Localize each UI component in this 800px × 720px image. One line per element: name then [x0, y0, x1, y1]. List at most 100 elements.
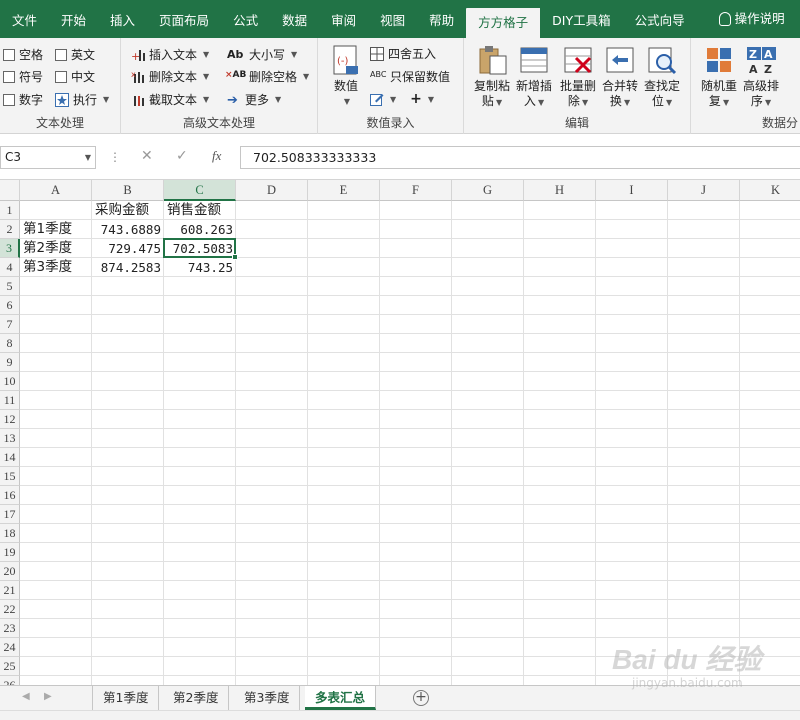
numeric-button[interactable]: (-) 数值 ▼: [330, 44, 362, 109]
chevron-down-icon[interactable]: ▼: [85, 147, 91, 168]
column-header-d[interactable]: D: [236, 180, 308, 201]
column-header-h[interactable]: H: [524, 180, 596, 201]
row-header-19[interactable]: 19: [0, 543, 20, 562]
tab-file[interactable]: 文件: [0, 0, 49, 38]
tab-page-layout[interactable]: 页面布局: [147, 0, 221, 38]
tab-formula-wizard[interactable]: 公式向导: [623, 0, 697, 38]
tab-formulas[interactable]: 公式: [221, 0, 270, 38]
cell-b3[interactable]: 729.475: [92, 239, 164, 258]
row-header-17[interactable]: 17: [0, 505, 20, 524]
tab-view[interactable]: 视图: [368, 0, 417, 38]
extract-text-button[interactable]: 截取文本 ▼: [131, 91, 209, 108]
row-header-16[interactable]: 16: [0, 486, 20, 505]
prev-sheet-icon[interactable]: ◀: [22, 691, 30, 702]
column-header-e[interactable]: E: [308, 180, 380, 201]
row-header-20[interactable]: 20: [0, 562, 20, 581]
sheet-tab-q2[interactable]: 第2季度: [163, 686, 230, 710]
row-header-15[interactable]: 15: [0, 467, 20, 486]
checkbox-icon[interactable]: [3, 48, 15, 61]
select-all-corner[interactable]: [0, 180, 20, 201]
advanced-sort-button[interactable]: ZAAZ 高级排 序 ▼: [743, 44, 779, 110]
fill-handle[interactable]: [232, 254, 238, 260]
case-button[interactable]: Ab 大小写 ▼: [227, 46, 297, 63]
worksheet-grid[interactable]: A B C D E F G H I J K 1 2 3 4 5 6 7 8 9 10 11 12 13 14 15 16 17 18 19…: [0, 180, 800, 685]
row-header-3[interactable]: 3: [0, 239, 20, 258]
name-box[interactable]: C3 ▼: [0, 146, 96, 169]
delete-space-button[interactable]: ×AB 删除空格 ▼: [225, 68, 309, 85]
row-header-10[interactable]: 10: [0, 372, 20, 391]
execute-button[interactable]: 执行 ▼: [55, 91, 109, 108]
tab-home[interactable]: 开始: [49, 0, 98, 38]
tab-insert[interactable]: 插入: [98, 0, 147, 38]
row-header-18[interactable]: 18: [0, 524, 20, 543]
round-button[interactable]: 四舍五入: [370, 45, 436, 62]
row-header-21[interactable]: 21: [0, 581, 20, 600]
column-header-k[interactable]: K: [740, 180, 800, 201]
row-header-14[interactable]: 14: [0, 448, 20, 467]
checkbox-icon[interactable]: [3, 70, 15, 83]
cell-c4[interactable]: 743.25: [164, 258, 236, 277]
cell-b4[interactable]: 874.2583: [92, 258, 164, 277]
find-locate-button[interactable]: 查找定 位 ▼: [644, 44, 680, 110]
enter-icon[interactable]: ✓: [176, 148, 188, 164]
copy-paste-button[interactable]: 复制粘 贴 ▼: [474, 44, 510, 110]
checkbox-icon[interactable]: [55, 70, 67, 83]
column-header-i[interactable]: I: [596, 180, 668, 201]
opt-symbol[interactable]: 符号: [3, 68, 43, 85]
tab-data[interactable]: 数据: [270, 0, 319, 38]
cell-a3[interactable]: 第2季度: [20, 239, 92, 258]
sheet-tab-q1[interactable]: 第1季度: [92, 686, 160, 710]
row-header-7[interactable]: 7: [0, 315, 20, 334]
merge-convert-button[interactable]: 合并转 换 ▼: [602, 44, 638, 110]
row-header-8[interactable]: 8: [0, 334, 20, 353]
cell-c2[interactable]: 608.263: [164, 220, 236, 239]
sheet-tab-summary[interactable]: 多表汇总: [305, 686, 377, 710]
row-header-4[interactable]: 4: [0, 258, 20, 277]
tab-help[interactable]: 帮助: [417, 0, 466, 38]
edit-numeric-button[interactable]: ▼ + ▼: [370, 91, 434, 107]
tab-fangfang[interactable]: 方方格子: [466, 8, 541, 38]
checkbox-icon[interactable]: [55, 48, 67, 61]
cancel-icon[interactable]: ✕: [141, 148, 153, 164]
cell-a2[interactable]: 第1季度: [20, 220, 92, 239]
row-header-11[interactable]: 11: [0, 391, 20, 410]
cell-a4[interactable]: 第3季度: [20, 258, 92, 277]
add-sheet-icon[interactable]: +: [413, 690, 429, 706]
row-header-25[interactable]: 25: [0, 657, 20, 676]
column-header-a[interactable]: A: [20, 180, 92, 201]
row-header-23[interactable]: 23: [0, 619, 20, 638]
plus-icon[interactable]: +: [410, 91, 422, 107]
row-header-2[interactable]: 2: [0, 220, 20, 239]
row-header-6[interactable]: 6: [0, 296, 20, 315]
formula-input[interactable]: 702.508333333333: [240, 146, 800, 169]
column-header-b[interactable]: B: [92, 180, 164, 201]
insert-text-button[interactable]: + 插入文本 ▼: [131, 46, 209, 63]
row-header-12[interactable]: 12: [0, 410, 20, 429]
opt-space[interactable]: 空格: [3, 46, 43, 63]
opt-number[interactable]: 数字: [3, 91, 43, 108]
cell-c1[interactable]: 销售金额: [164, 201, 236, 220]
sheet-tab-q3[interactable]: 第3季度: [234, 686, 301, 710]
row-header-1[interactable]: 1: [0, 201, 20, 220]
row-header-22[interactable]: 22: [0, 600, 20, 619]
next-sheet-icon[interactable]: ▶: [44, 691, 52, 702]
row-header-24[interactable]: 24: [0, 638, 20, 657]
keep-values-button[interactable]: ABC 只保留数值: [370, 68, 450, 85]
checkbox-icon[interactable]: [3, 93, 15, 106]
opt-english[interactable]: 英文: [55, 46, 95, 63]
random-repeat-button[interactable]: 随机重 复 ▼: [701, 44, 737, 110]
add-insert-button[interactable]: 新增插 入 ▼: [516, 44, 552, 110]
tab-diy-toolbox[interactable]: DIY工具箱: [540, 0, 622, 38]
insert-function-icon[interactable]: fx: [212, 148, 221, 164]
opt-chinese[interactable]: 中文: [55, 68, 95, 85]
delete-text-button[interactable]: x 删除文本 ▼: [131, 68, 209, 85]
column-header-g[interactable]: G: [452, 180, 524, 201]
row-header-9[interactable]: 9: [0, 353, 20, 372]
tell-me-box[interactable]: 操作说明: [697, 0, 797, 38]
column-header-f[interactable]: F: [380, 180, 452, 201]
row-header-5[interactable]: 5: [0, 277, 20, 296]
row-header-26[interactable]: 26: [0, 676, 20, 685]
column-header-c[interactable]: C: [164, 180, 236, 201]
column-header-j[interactable]: J: [668, 180, 740, 201]
cell-b1[interactable]: 采购金额: [92, 201, 164, 220]
